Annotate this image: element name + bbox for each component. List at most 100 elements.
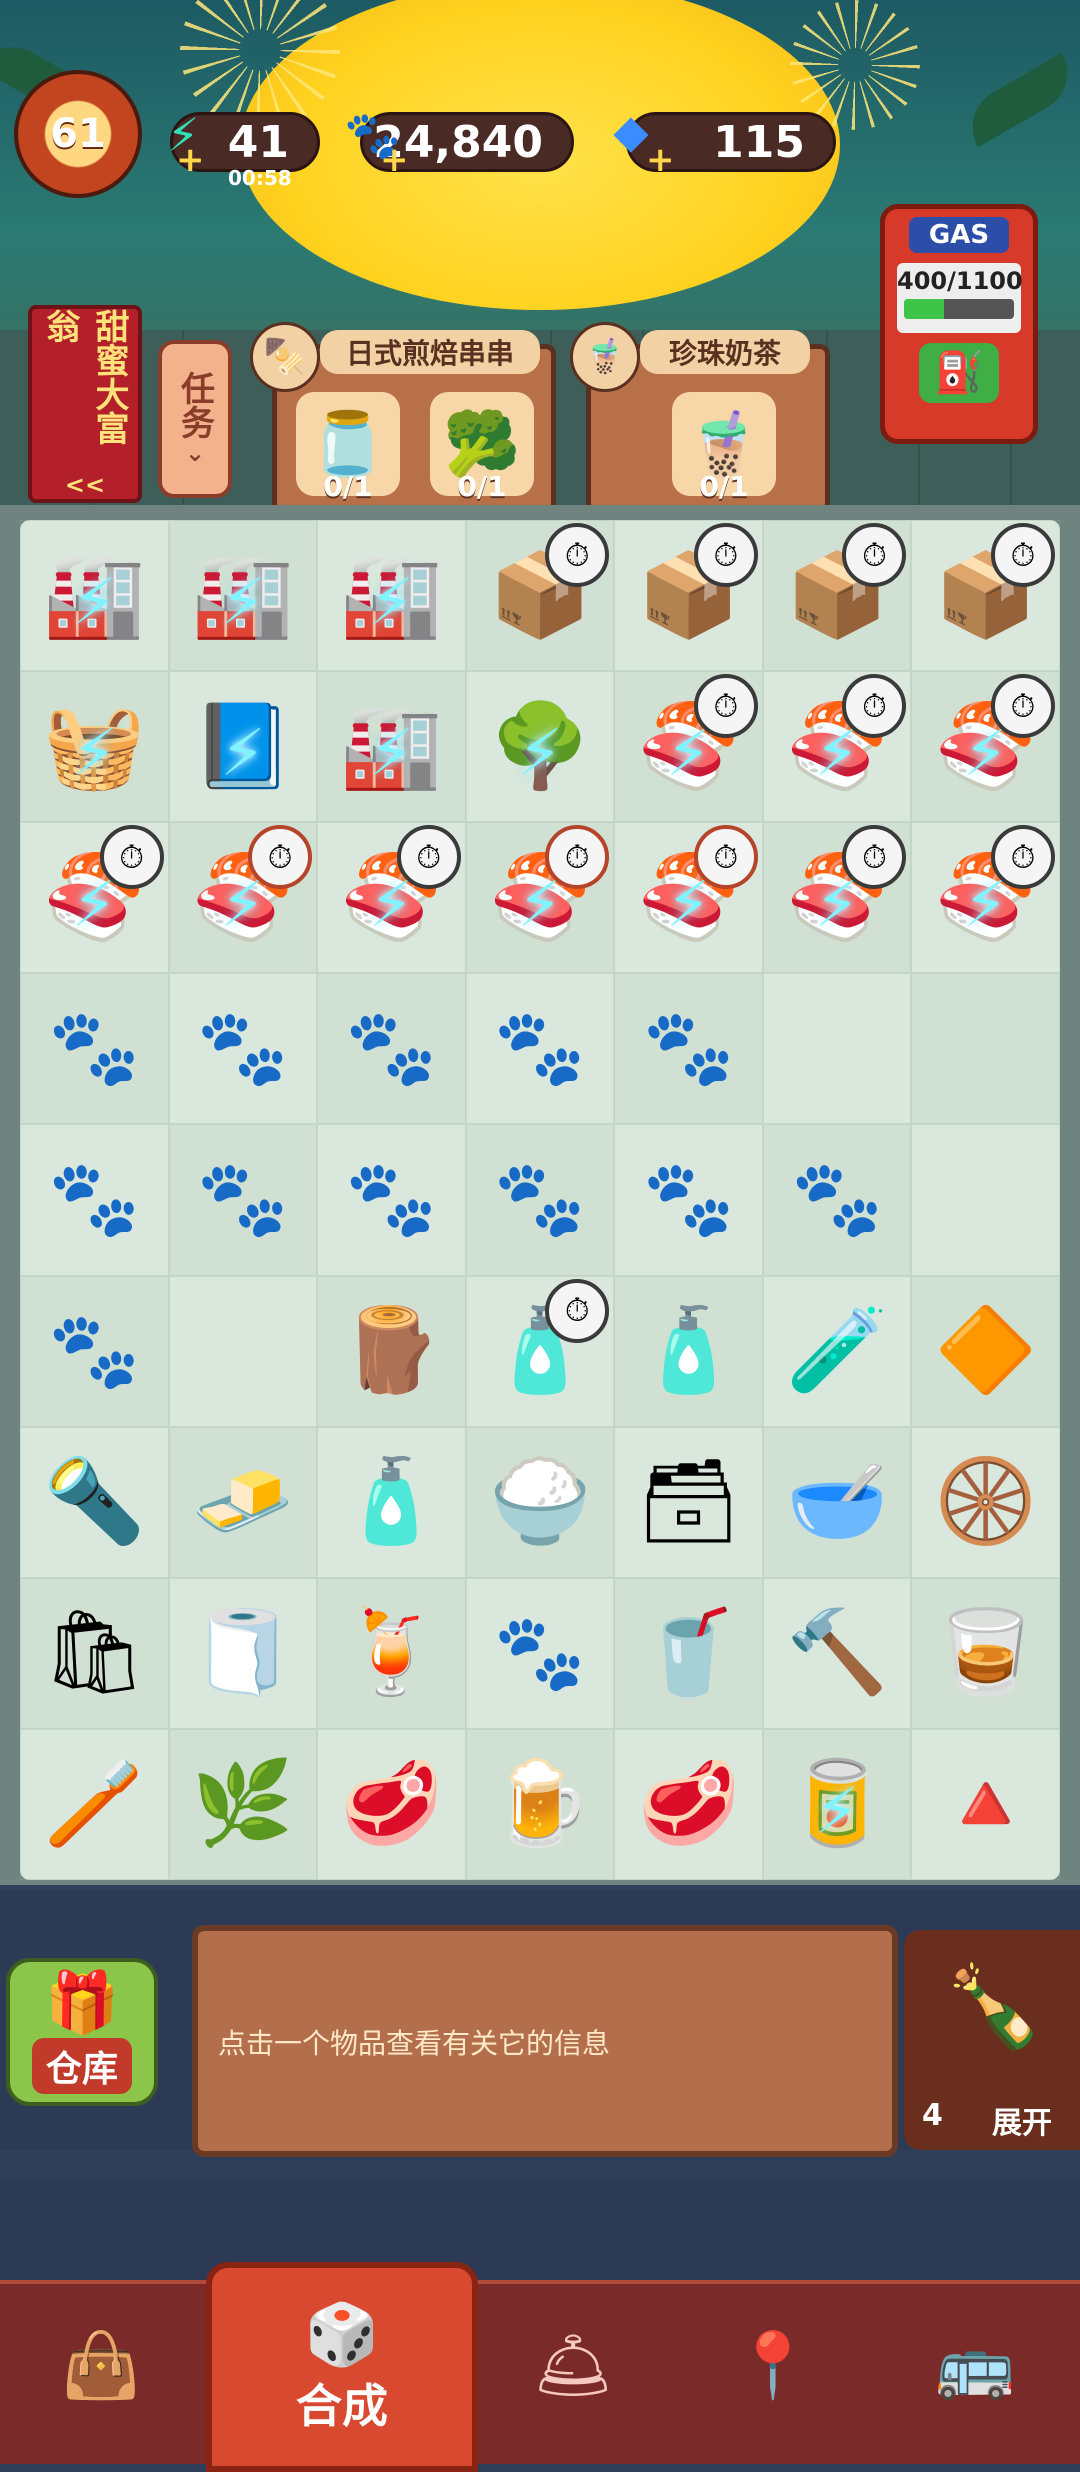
paw-item-icon: 🐾 [345,1005,438,1092]
board-cell-box[interactable]: 🗃 [614,1426,763,1578]
board-cell-paw2[interactable]: 🐾 [465,1124,615,1276]
board-cell-sushi[interactable]: 🍣 ⚡ ⏱ [911,822,1060,974]
bus-icon[interactable]: 🚌 [930,2320,1020,2410]
board-cell-hammer[interactable]: 🔨 [762,1577,912,1729]
board-cell-meat[interactable]: 🥩 [614,1728,763,1880]
board-cell-drink[interactable]: 🥤 [614,1577,763,1729]
board-cell-bowl[interactable]: 🥣 [762,1426,912,1578]
paw-item-icon: 🐾 [48,1005,141,1092]
energy-bolt-icon: ⚡ [220,566,266,640]
board-cell-towel[interactable]: 🧻 [168,1577,318,1729]
board-cell-tire[interactable]: 🛞 [911,1426,1060,1578]
board-cell-paw2[interactable]: 🐾 [614,1124,763,1276]
stopwatch-icon: ⏱ [990,523,1055,587]
board-cell-machine[interactable]: 🏭 ⚡ [20,520,169,672]
board-cell-crystal[interactable]: 🔶 [911,1275,1060,1427]
board-cell-sushi[interactable]: 🍣 ⚡ ⏱ [20,822,169,974]
board-cell-machine[interactable]: 🏭 ⚡ [168,520,318,672]
gas-pump[interactable]: GAS 400/1100 ⛽ [880,204,1038,444]
board-cell-paw[interactable]: 🐾 [20,973,169,1125]
shop-bag-icon[interactable]: 👜 [56,2320,146,2410]
stopwatch-icon: ⏱ [842,523,907,587]
board-cell-drone[interactable]: 📦 ⏱ [614,520,763,672]
level-badge[interactable]: 61 [14,70,142,198]
tasks-label: 任务 [174,371,215,439]
board-cell-paw2[interactable]: 🐾 [168,973,318,1125]
board-cell-meat[interactable]: 🥩 [317,1728,466,1880]
gold-item-icon: 🧈 [191,1454,294,1550]
board-cell-sushi[interactable]: 🍣 ⚡ ⏱ [317,822,466,974]
board-cell-bottle[interactable]: 🧴 [317,1426,466,1578]
nav-merge-label: 合成 [296,2378,388,2433]
stopwatch-icon: ⏱ [990,674,1055,739]
paw2-item-icon: 🐾 [493,1156,587,1243]
board-cell-paw[interactable]: 🐾 [465,973,615,1125]
board-cell-paw[interactable]: 🐾 [614,973,763,1125]
expand-label: 展开 [992,2106,1052,2141]
board-cell-rice[interactable]: 🍚 [465,1426,615,1578]
board-cell-gold[interactable]: 🧈 [168,1426,318,1578]
stopwatch-icon: ⏱ [693,674,758,739]
board-cell-can[interactable]: 🥫 ⚡ [762,1728,912,1880]
rice-item-icon: 🍚 [488,1454,592,1550]
board-cell-sushi[interactable]: 🍣 ⚡ ⏱ [168,822,318,974]
board-cell-bag[interactable]: 🛍 [20,1577,169,1729]
board-cell-glass[interactable]: 🥃 [911,1577,1060,1729]
map-pin-icon[interactable]: 📍 [728,2320,818,2410]
gas-progress [904,299,1014,319]
paw-item-icon: 🐾 [791,1156,884,1243]
board-cell-stamps[interactable]: 🪵 [317,1275,466,1427]
board-cell-drone[interactable]: 📦 ⏱ [762,520,912,672]
service-bell-icon[interactable]: 🛎 [528,2320,618,2410]
nav-merge-tab[interactable]: 🎲 合成 [206,2262,478,2472]
mug-item-icon: 🍹 [340,1605,443,1701]
board-cell-ink[interactable]: 🧴 ⏱ [465,1275,615,1427]
tasks-button[interactable]: 任务 ⌄ [158,340,232,498]
order-count: 0/1 [323,470,373,503]
board-cell-paw[interactable]: 🐾 [317,973,466,1125]
board-cell-triangle[interactable]: 🔺 [911,1728,1060,1880]
board-cell-beer[interactable]: 🍺 [465,1728,615,1880]
expand-button[interactable]: 🍾 4 展开 [904,1930,1080,2150]
merge-board: 🏭 ⚡ 🏭 ⚡ 🏭 ⚡ 📦 ⏱ 📦 ⏱ 📦 ⏱ 📦 ⏱ 🧺 ⚡ 📘 ⚡ 🏭 ⚡ 🌳 ⚡ 🍣 ⚡ ⏱ 🍣 ⚡ ⏱ 🍣 ⚡ ⏱ 🍣 ⚡ ⏱ 🍣 ⚡ ⏱ 🍣 ⚡ ⏱… [20,520,1060,1880]
board-cell-brush[interactable]: 🪥 [20,1728,169,1880]
board-cell-empty[interactable] [168,1275,318,1427]
board-cell-machine[interactable]: 🏭 ⚡ [317,671,466,823]
coins-plus-icon[interactable]: + [380,140,409,180]
board-cell-bottles[interactable]: 🧪 [762,1275,912,1427]
board-cell-paw[interactable]: 🐾 [317,1124,466,1276]
energy-bolt-icon: ⚡ [517,717,563,792]
board-cell-ink[interactable]: 🧴 [614,1275,763,1427]
board-cell-paw[interactable]: 🐾 [762,1124,912,1276]
board-cell-paw3[interactable]: 🐾 [465,1577,615,1729]
board-cell-paw2[interactable]: 🐾 [20,1124,169,1276]
board-cell-empty[interactable] [762,973,912,1125]
bottle-icon: 🍾 [944,1960,1044,2053]
board-cell-gadget[interactable]: 🔦 [20,1426,169,1578]
board-cell-drone[interactable]: 📦 ⏱ [465,520,615,672]
board-cell-sushi[interactable]: 🍣 ⚡ ⏱ [911,671,1060,823]
board-cell-sushi[interactable]: 🍣 ⚡ ⏱ [614,671,763,823]
board-cell-empty[interactable] [911,1124,1060,1276]
board-cell-mug[interactable]: 🍹 [317,1577,466,1729]
energy-bolt-icon: ⚡ [220,717,266,792]
board-cell-machine[interactable]: 🏭 ⚡ [317,520,466,672]
board-cell-herbs[interactable]: 🌿 [168,1728,318,1880]
board-cell-sushi[interactable]: 🍣 ⚡ ⏱ [465,822,615,974]
expand-count: 4 [922,2098,943,2133]
paw-item-icon: 🐾 [345,1156,438,1243]
tycoon-event-button[interactable]: 甜蜜大富翁 << [28,305,142,503]
board-cell-tree[interactable]: 🌳 ⚡ [465,671,615,823]
board-cell-paw2[interactable]: 🐾 [168,1124,318,1276]
board-cell-drone[interactable]: 📦 ⏱ [911,520,1060,672]
board-cell-sushi[interactable]: 🍣 ⚡ ⏱ [762,671,912,823]
gems-plus-icon[interactable]: + [646,140,675,180]
board-cell-tree-machine[interactable]: 🧺 ⚡ [20,671,169,823]
warehouse-button[interactable]: 🎁 仓库 [6,1958,158,2106]
board-cell-sushi[interactable]: 🍣 ⚡ ⏱ [614,822,763,974]
board-cell-paw2[interactable]: 🐾 [20,1275,169,1427]
board-cell-empty[interactable] [911,973,1060,1125]
board-cell-book[interactable]: 📘 ⚡ [168,671,318,823]
board-cell-sushi[interactable]: 🍣 ⚡ ⏱ [762,822,912,974]
energy-plus-icon[interactable]: + [176,140,205,180]
